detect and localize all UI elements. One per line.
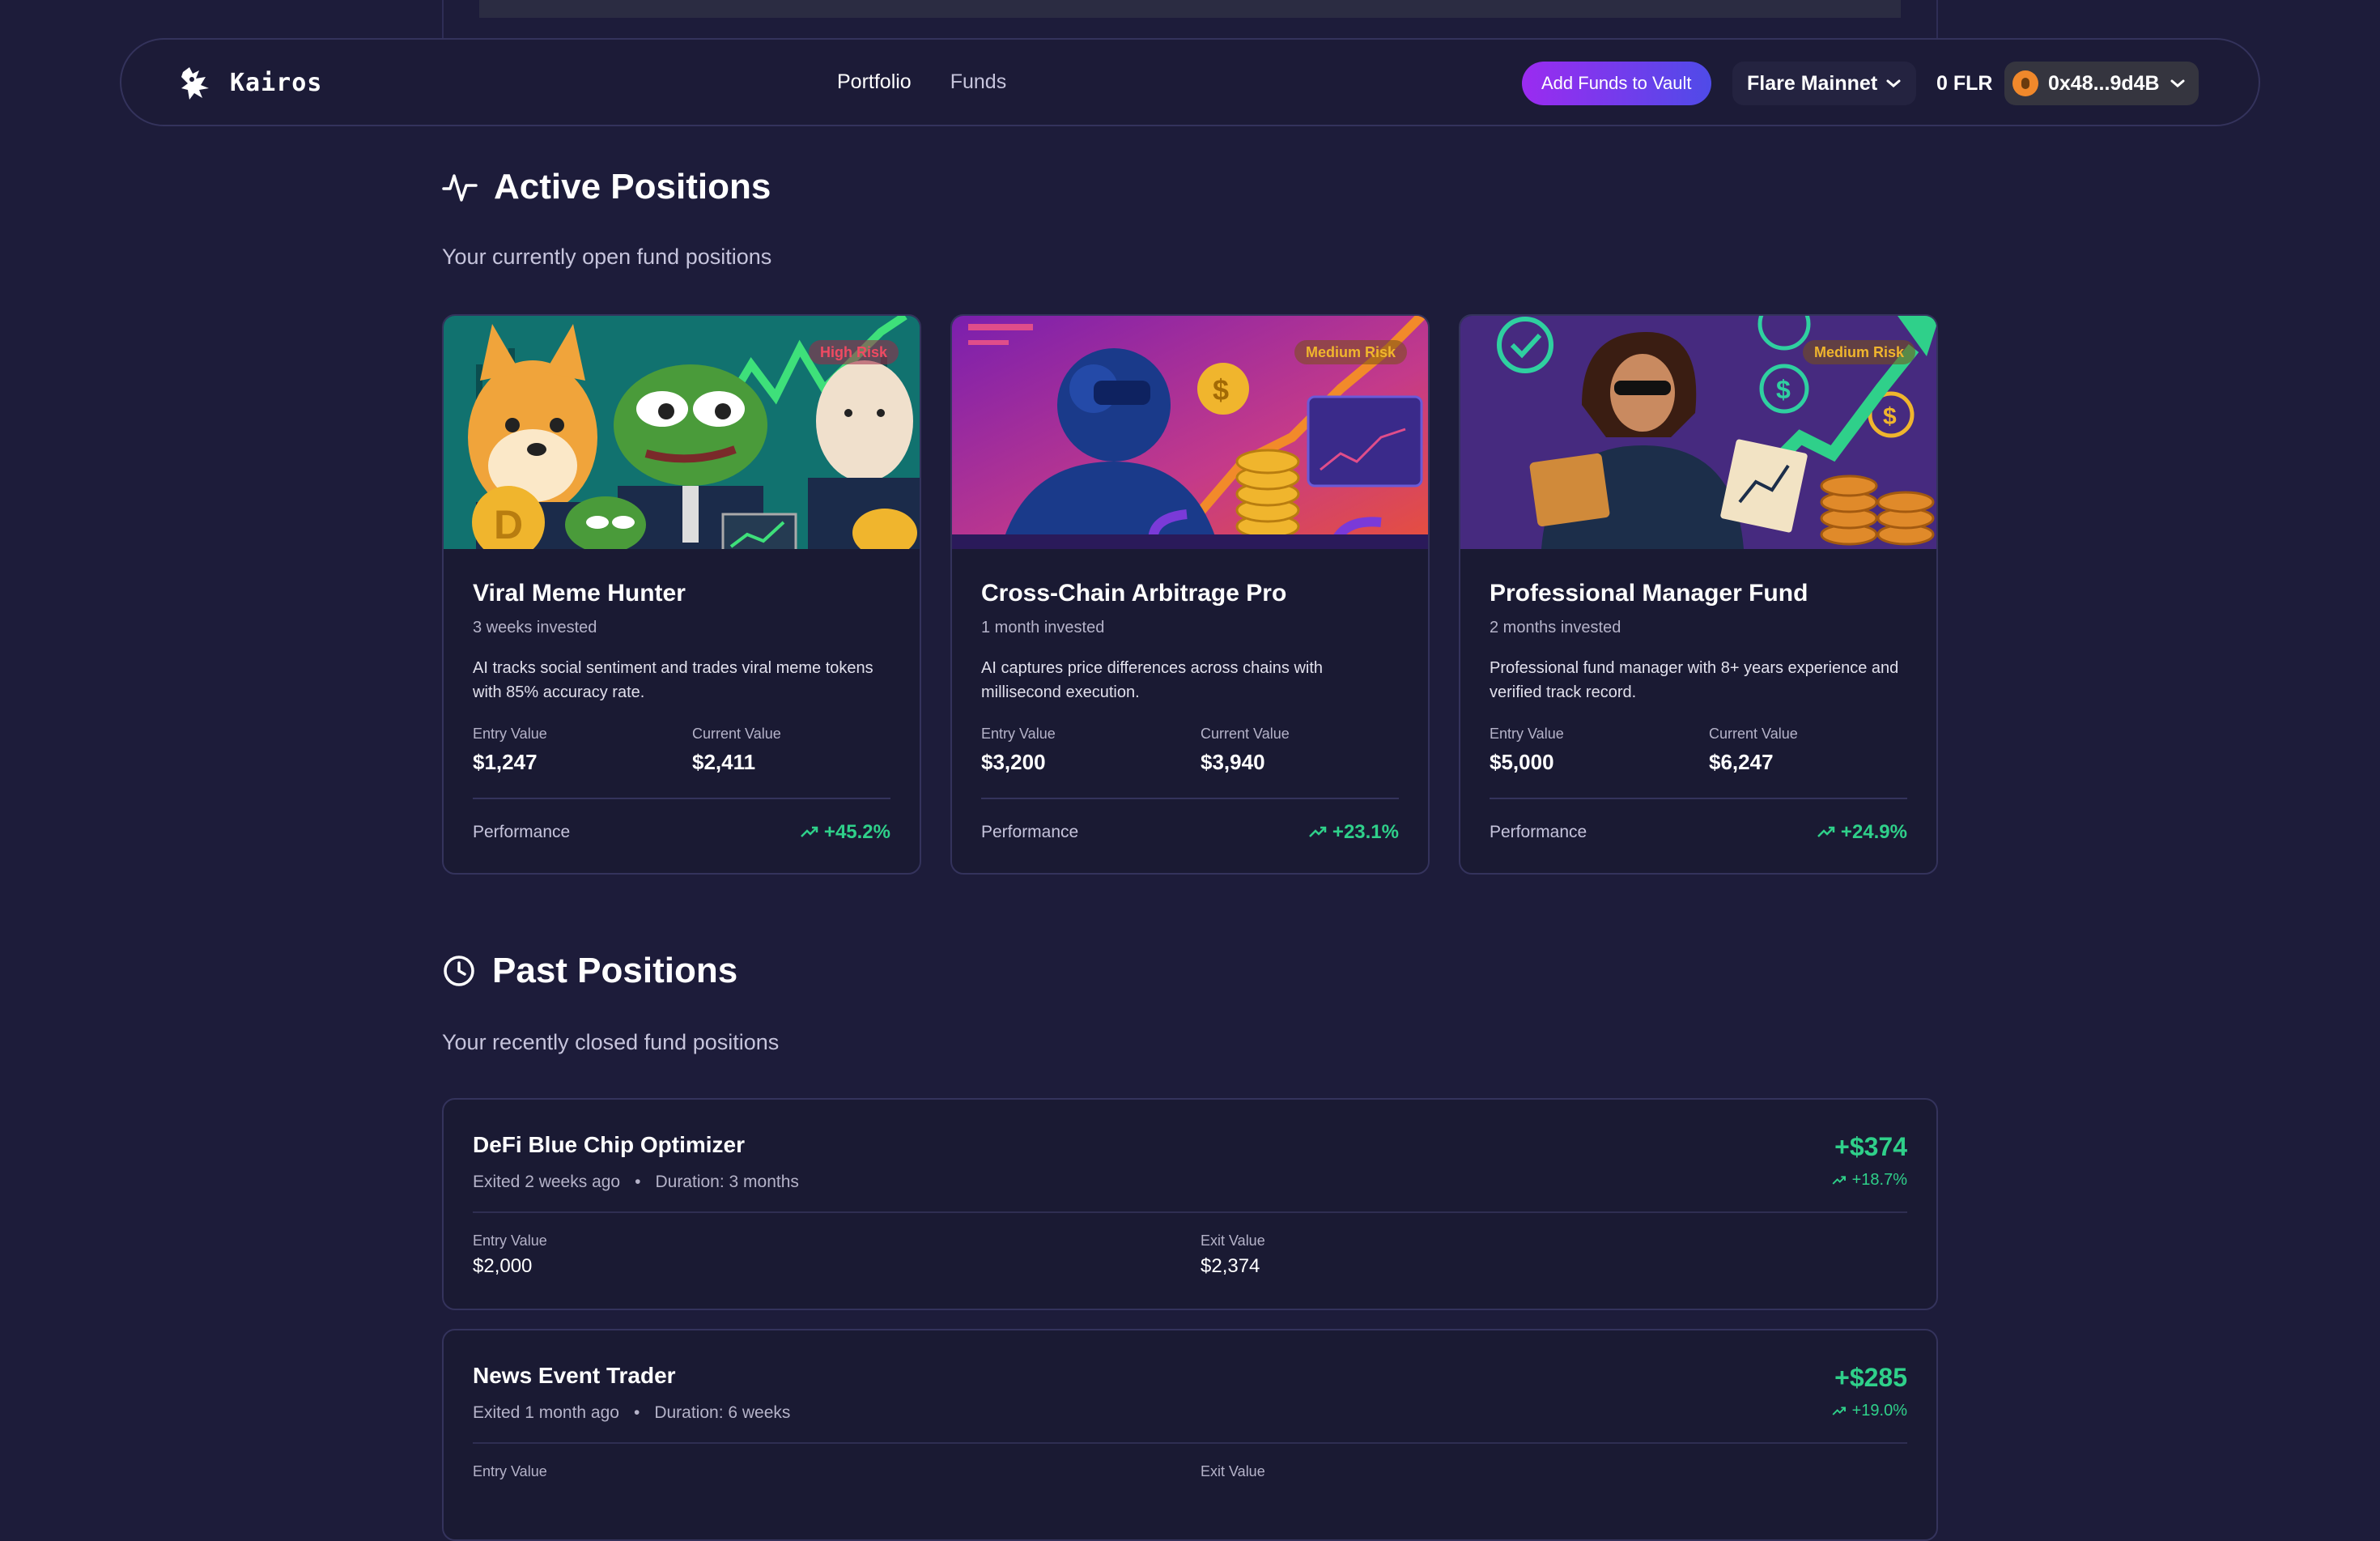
past-position-row[interactable]: News Event Trader Exited 1 month ago • D… [442,1329,1938,1541]
entry-value: $3,200 [981,750,1046,774]
manager-fund-illustration: $ $ Medium Risk [1460,316,1936,549]
chevron-down-icon [2170,79,2185,87]
fund-name: Viral Meme Hunter [473,580,686,607]
clock-icon [444,956,474,986]
brand-logo[interactable]: Kairos [178,64,322,101]
fund-name: Professional Manager Fund [1490,580,1808,607]
exit-value: $2,374 [1201,1255,1260,1277]
risk-badge: Medium Risk [1294,340,1407,364]
current-value-label: Current Value [1709,726,1798,742]
trending-up-icon [1309,826,1327,837]
risk-badge: Medium Risk [1802,340,1915,364]
wallet-address: 0x48...9d4B [2048,71,2160,95]
past-positions-subtitle: Your recently closed fund positions [442,1030,780,1054]
fund-description: AI captures price differences across cha… [981,659,1324,701]
exit-value-label: Exit Value [1201,1232,1265,1249]
divider [473,1211,1907,1213]
separator-dot: • [633,1403,640,1422]
kairos-logo-icon [181,67,209,100]
svg-text:$: $ [1213,373,1229,407]
top-navbar: Kairos Portfolio Funds Add Funds to Vaul… [120,38,2260,126]
performance-label: Performance [981,823,1079,841]
performance-value: +23.1% [1308,821,1399,844]
position-card[interactable]: D High Risk Viral Meme Hunter 3 weeks in… [442,314,921,875]
nav-portfolio-link[interactable]: Portfolio [837,70,912,94]
separator-dot: • [635,1173,641,1191]
profit-percent: +18.7% [1851,1171,1907,1189]
entry-value-label: Entry Value [1490,726,1564,742]
entry-value: $5,000 [1490,750,1554,774]
exited-time: Exited 1 month ago [473,1403,619,1422]
current-value: $3,940 [1201,750,1265,774]
current-value: $2,411 [692,750,756,774]
fund-description: AI tracks social sentiment and trades vi… [473,659,873,701]
performance-label: Performance [473,823,571,841]
profit-amount: +$374 [1834,1132,1907,1161]
performance-value: +45.2% [800,821,890,844]
fund-name: Cross-Chain Arbitrage Pro [981,580,1287,607]
past-positions-header: Past Positions [442,951,737,991]
position-duration: Duration: 6 weeks [654,1403,791,1422]
wallet-avatar-icon [2012,70,2038,96]
chevron-down-icon [1886,79,1901,87]
entry-value-label: Entry Value [473,1232,547,1249]
svg-text:$: $ [1776,375,1791,404]
meme-hunter-illustration: D High Risk [444,316,920,549]
divider [473,798,890,799]
fund-name: News Event Trader [473,1363,676,1388]
performance-percent: +23.1% [1332,821,1399,843]
profit-percent-row: +19.0% [1831,1402,1907,1420]
performance-percent: +45.2% [823,821,890,843]
nav-funds-link[interactable]: Funds [950,70,1006,94]
current-value-label: Current Value [1201,726,1290,742]
profit-percent: +19.0% [1851,1402,1907,1420]
network-selector[interactable]: Flare Mainnet [1732,62,1917,105]
position-card[interactable]: $ Medium Risk Cross-Chain Arbitrage Pro … [950,314,1430,875]
network-label: Flare Mainnet [1747,71,1878,95]
current-value: $6,247 [1709,750,1774,774]
entry-value-label: Entry Value [473,1463,547,1479]
trending-up-icon [1832,1406,1846,1415]
entry-value-label: Entry Value [473,726,547,742]
invested-duration: 1 month invested [981,619,1105,636]
trending-up-icon [801,826,818,837]
entry-value: $1,247 [473,750,538,774]
fund-name: DeFi Blue Chip Optimizer [473,1132,746,1157]
divider [473,1442,1907,1444]
entry-value-label: Entry Value [981,726,1056,742]
position-duration: Duration: 3 months [655,1173,799,1191]
entry-value: $2,000 [473,1255,533,1277]
risk-badge: High Risk [808,340,899,364]
past-position-row[interactable]: DeFi Blue Chip Optimizer Exited 2 weeks … [442,1098,1938,1310]
balance-display: 0 FLR [1936,72,1993,95]
position-card[interactable]: $ $ Medium Risk Professional Manager Fun… [1459,314,1938,875]
exited-time: Exited 2 weeks ago [473,1173,621,1191]
past-positions-title: Past Positions [492,951,738,990]
previous-section-edge [442,0,1938,40]
divider [1490,798,1907,799]
fund-description: Professional fund manager with 8+ years … [1490,659,1899,701]
svg-text:D: D [494,502,523,547]
active-positions-title: Active Positions [494,167,771,206]
profit-percent-row: +18.7% [1831,1171,1907,1190]
invested-duration: 2 months invested [1490,619,1621,636]
invested-duration: 3 weeks invested [473,619,597,636]
brand-name: Kairos [230,68,323,97]
profit-amount: +$285 [1834,1363,1907,1392]
performance-label: Performance [1490,823,1587,841]
exit-value-label: Exit Value [1201,1463,1265,1479]
wallet-button[interactable]: 0x48...9d4B [2004,62,2199,105]
active-positions-subtitle: Your currently open fund positions [442,245,772,269]
trending-up-icon [1832,1175,1846,1185]
activity-icon [442,174,478,202]
trending-up-icon [1817,826,1835,837]
active-positions-header: Active Positions [442,167,771,207]
performance-percent: +24.9% [1840,821,1907,843]
arbitrage-illustration: $ Medium Risk [952,316,1428,549]
svg-text:$: $ [1883,403,1897,430]
performance-value: +24.9% [1817,821,1907,844]
add-funds-button[interactable]: Add Funds to Vault [1522,62,1711,105]
divider [981,798,1399,799]
current-value-label: Current Value [692,726,781,742]
